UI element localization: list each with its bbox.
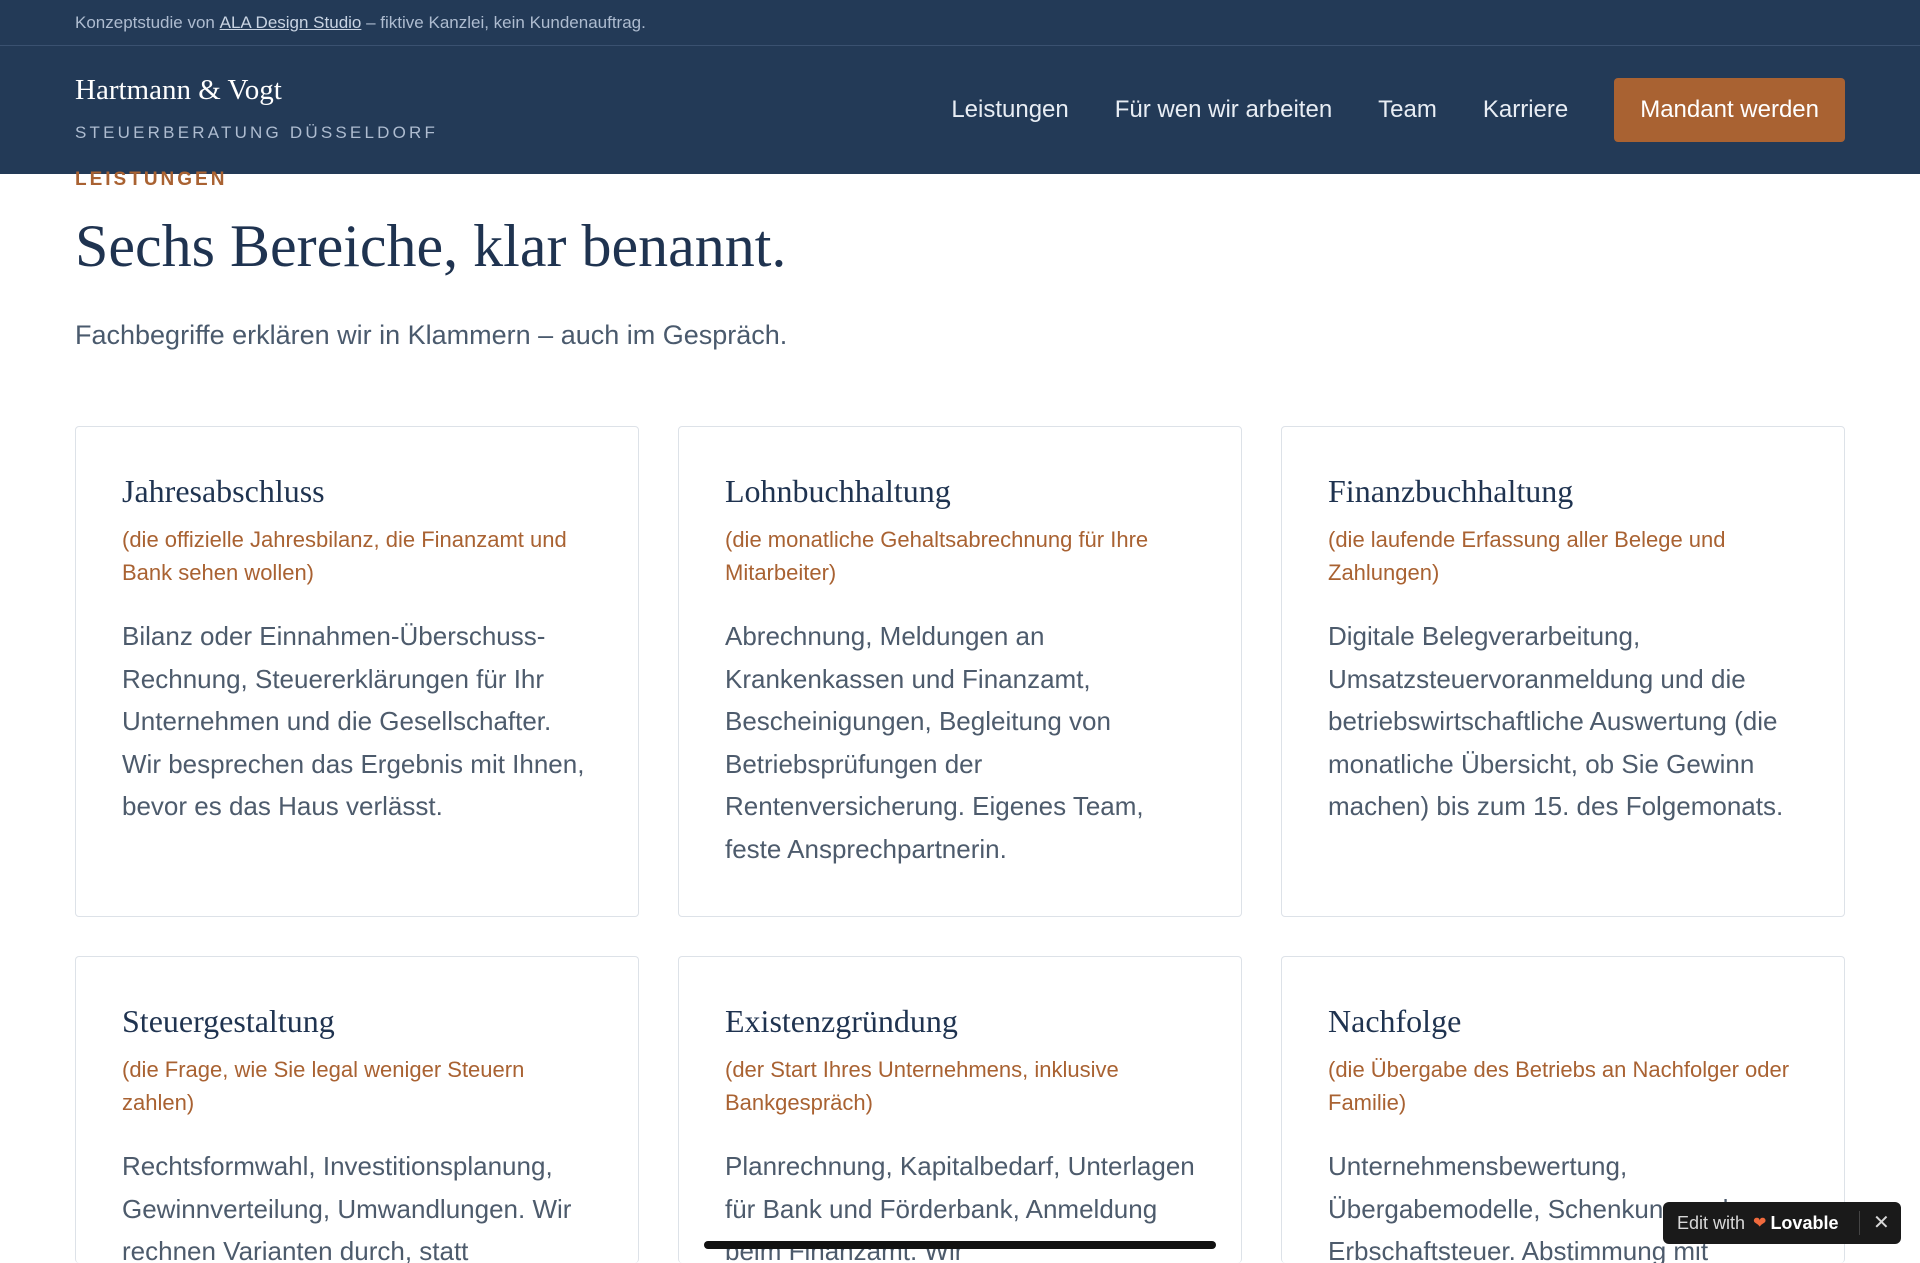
close-icon[interactable]: ✕ bbox=[1873, 1210, 1890, 1235]
card-title: Nachfolge bbox=[1328, 1003, 1462, 1039]
card-gloss: (die monatliche Gehaltsabrechnung für Ih… bbox=[725, 527, 1149, 585]
badge-divider bbox=[1859, 1211, 1860, 1235]
card-gloss: (die Übergabe des Betriebs an Nachfolger… bbox=[1328, 1057, 1790, 1115]
badge-brand: Lovable bbox=[1770, 1212, 1839, 1233]
card-gloss: (die laufende Erfassung aller Belege und… bbox=[1328, 527, 1726, 585]
nav-item-leistungen[interactable]: Leistungen bbox=[951, 96, 1068, 124]
mandant-werden-button[interactable]: Mandant werden bbox=[1614, 78, 1845, 142]
disclaimer-bar: Konzeptstudie von ALA Design Studio – fi… bbox=[0, 0, 1920, 46]
disclaimer-suffix: – fiktive Kanzlei, kein Kundenauftrag. bbox=[366, 12, 646, 32]
card-gloss: (die Frage, wie Sie legal weniger Steuer… bbox=[122, 1057, 525, 1115]
badge-label: Edit with bbox=[1677, 1212, 1746, 1233]
scroll-indicator[interactable] bbox=[704, 1241, 1216, 1249]
nav-item-karriere[interactable]: Karriere bbox=[1483, 96, 1568, 124]
card-body: Abrechnung, Meldungen an Krankenkassen u… bbox=[725, 621, 1144, 864]
studio-link[interactable]: ALA Design Studio bbox=[220, 13, 362, 33]
service-card-jahresabschluss: Jahresabschluss (die offizielle Jahresbi… bbox=[75, 426, 639, 917]
service-card-lohnbuchhaltung: Lohnbuchhaltung (die monatliche Gehaltsa… bbox=[678, 426, 1242, 917]
page-title: Sechs Bereiche, klar benannt. bbox=[75, 213, 787, 279]
service-card-finanzbuchhaltung: Finanzbuchhaltung (die laufende Erfassun… bbox=[1281, 426, 1845, 917]
disclaimer-prefix: Konzeptstudie von bbox=[75, 12, 215, 32]
service-card-existenzgruendung: Existenzgründung (der Start Ihres Untern… bbox=[678, 956, 1242, 1263]
card-title: Finanzbuchhaltung bbox=[1328, 473, 1574, 509]
card-body: Rechtsformwahl, Investitionsplanung, Gew… bbox=[122, 1151, 572, 1263]
card-body: Bilanz oder Einnahmen-Überschuss-Rechnun… bbox=[122, 621, 585, 821]
service-card-steuergestaltung: Steuergestaltung (die Frage, wie Sie leg… bbox=[75, 956, 639, 1263]
edit-with-lovable-badge[interactable]: Edit with ❤ Lovable ✕ bbox=[1663, 1202, 1901, 1244]
site-header: Hartmann & Vogt STEUERBERATUNG DÜSSELDOR… bbox=[0, 46, 1920, 174]
lovable-heart-icon: ❤ bbox=[1753, 1215, 1767, 1232]
nav-item-team[interactable]: Team bbox=[1378, 96, 1437, 124]
brand-logo[interactable]: Hartmann & Vogt bbox=[75, 74, 282, 107]
card-title: Existenzgründung bbox=[725, 1003, 958, 1039]
card-gloss: (die offizielle Jahresbilanz, die Finanz… bbox=[122, 527, 567, 585]
nav-item-fuer-wen[interactable]: Für wen wir arbeiten bbox=[1115, 96, 1332, 124]
card-title: Steuergestaltung bbox=[122, 1003, 335, 1039]
brand-subtitle: STEUERBERATUNG DÜSSELDORF bbox=[75, 123, 439, 142]
main-nav: Leistungen Für wen wir arbeiten Team Kar… bbox=[951, 78, 1845, 142]
section-intro: Fachbegriffe erklären wir in Klammern – … bbox=[75, 320, 788, 350]
card-title: Jahresabschluss bbox=[122, 473, 325, 509]
section-eyebrow: LEISTUNGEN bbox=[75, 169, 228, 190]
card-gloss: (der Start Ihres Unternehmens, inklusive… bbox=[725, 1057, 1119, 1115]
card-title: Lohnbuchhaltung bbox=[725, 473, 951, 509]
card-body: Digitale Belegverarbeitung, Umsatzsteuer… bbox=[1328, 621, 1784, 821]
